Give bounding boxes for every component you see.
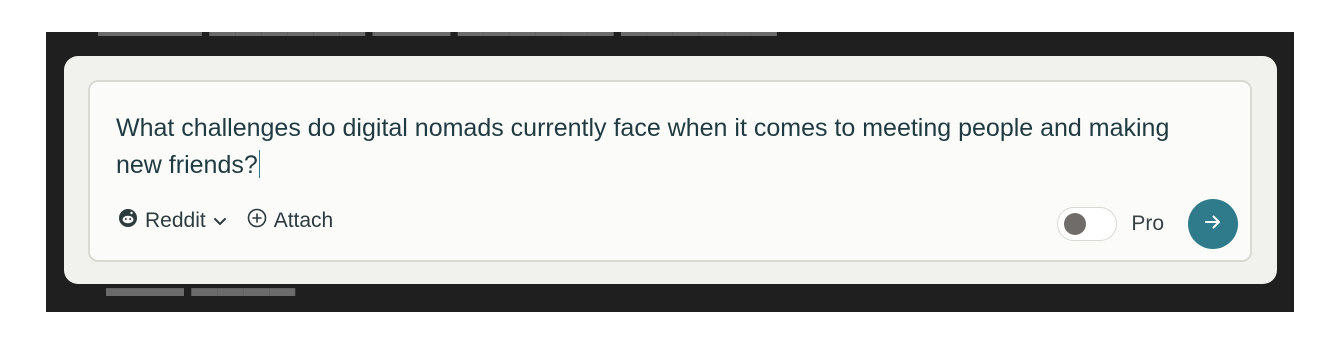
pro-toggle-knob <box>1064 213 1087 235</box>
query-composer[interactable]: What challenges do digital nomads curren… <box>88 80 1252 262</box>
submit-button[interactable] <box>1188 199 1238 249</box>
background-text-fragment: ▬▬▬▬ ▬▬▬▬▬▬ ▬▬▬ ▬▬▬▬▬▬ ▬▬▬▬▬▬ <box>98 32 777 43</box>
pro-label: Pro <box>1131 212 1164 235</box>
pro-toggle[interactable] <box>1057 207 1118 241</box>
text-cursor <box>258 150 260 178</box>
attach-button[interactable]: Attach <box>247 208 334 234</box>
composer-toolbar-right: Pro <box>1057 199 1238 249</box>
arrow-right-icon <box>1202 211 1224 238</box>
reddit-icon <box>118 208 138 234</box>
plus-circle-icon <box>247 208 267 234</box>
query-input[interactable]: What challenges do digital nomads curren… <box>116 110 1196 184</box>
source-selector-button[interactable]: Reddit <box>118 208 227 234</box>
composer-toolbar-left: Reddit Attach <box>118 208 333 234</box>
chevron-down-icon <box>213 209 227 233</box>
attach-label: Attach <box>273 209 334 232</box>
source-selector-label: Reddit <box>145 209 206 232</box>
query-text: What challenges do digital nomads curren… <box>116 114 1170 179</box>
